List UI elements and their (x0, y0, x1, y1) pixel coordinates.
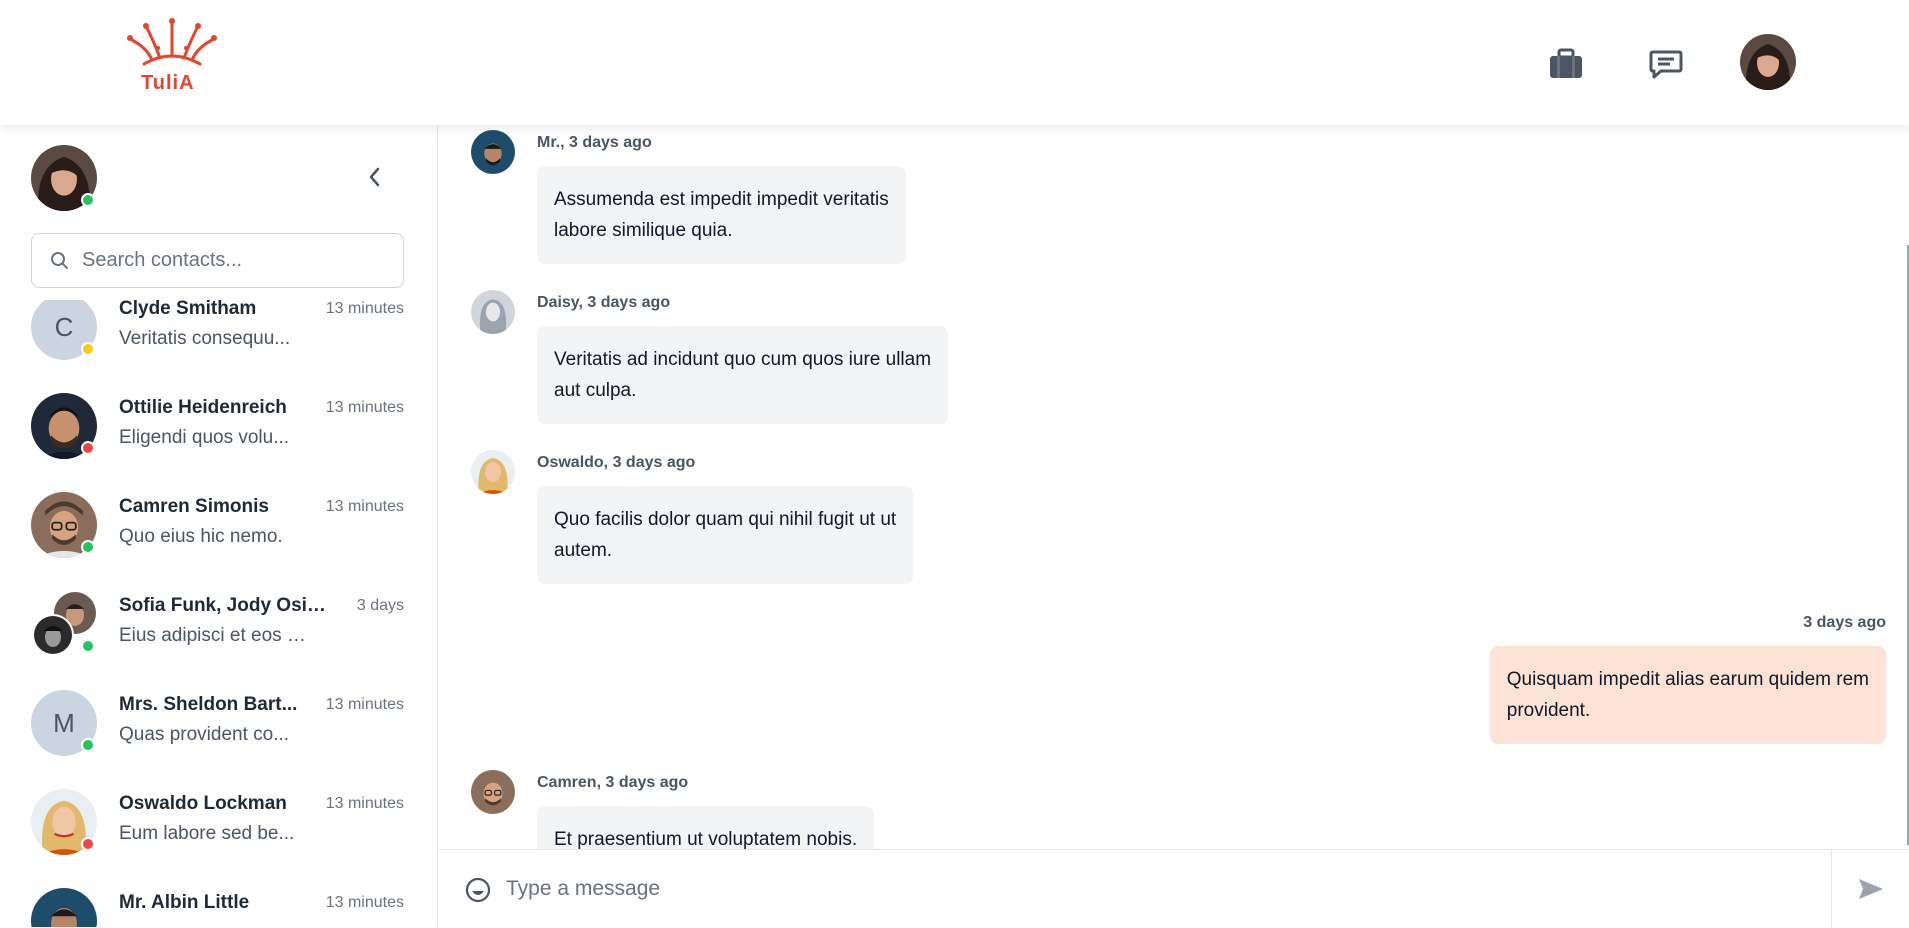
contact-avatar: C (31, 300, 97, 360)
collapse-sidebar-button[interactable] (360, 163, 388, 191)
contact-avatar (31, 492, 97, 558)
contact-preview: Quas provident co... (119, 724, 290, 745)
contact-preview: Eius adipisci et eos at ... (119, 625, 309, 646)
contacts-sidebar: C Clyde Smitham 13 minutes Veritatis con… (0, 125, 438, 927)
contact-item[interactable]: Sofia Funk, Jody Osin... 3 days Eius adi… (0, 574, 437, 673)
message-meta: Oswaldo, 3 days ago (537, 454, 696, 471)
message-text-line: Assumenda est impedit impedit veritatis (554, 189, 889, 210)
contact-avatar (31, 393, 97, 459)
message-text-line: Quo facilis dolor quam qui nihil fugit u… (554, 509, 897, 530)
contact-time: 13 minutes (325, 498, 404, 515)
contact-item[interactable]: Camren Simonis 13 minutes Quo eius hic n… (0, 475, 437, 574)
search-icon (51, 251, 68, 269)
message-text-line: labore similique quia. (554, 220, 733, 241)
contact-item[interactable]: Ottilie Heidenreich 13 minutes Eligendi … (0, 376, 437, 475)
contact-avatar: M (31, 690, 97, 756)
message-text-line: aut culpa. (554, 380, 637, 401)
message-bubble: Assumenda est impedit impedit veritatis … (537, 166, 906, 264)
chevron-left-icon (369, 167, 380, 187)
contact-item[interactable]: Oswaldo Lockman 13 minutes Eum labore se… (0, 772, 437, 871)
contact-name: Sofia Funk, Jody Osin... (119, 595, 334, 616)
away-status-dot (81, 342, 95, 356)
contact-name: Ottilie Heidenreich (119, 397, 287, 418)
contact-name: Oswaldo Lockman (119, 793, 287, 814)
emoji-icon[interactable] (465, 877, 491, 903)
sender-avatar[interactable] (471, 450, 515, 494)
contact-time: 13 minutes (325, 696, 404, 713)
online-status-dot (81, 639, 95, 653)
chat-icon[interactable] (1647, 45, 1685, 83)
chat-messages: Mr., 3 days ago Assumenda est impedit im… (438, 125, 1909, 849)
contact-preview: Veritatis consequu... (119, 328, 291, 349)
message-bubble: Et praesentium ut voluptatem nobis. (537, 806, 875, 849)
contact-item[interactable]: M Mrs. Sheldon Bart... 13 minutes Quas p… (0, 673, 437, 772)
message-text-line: Et praesentium ut voluptatem nobis. (554, 829, 858, 849)
contact-avatar (31, 888, 97, 927)
contact-item[interactable]: C Clyde Smitham 13 minutes Veritatis con… (0, 300, 437, 376)
online-status-dot (81, 193, 95, 207)
message-meta: Camren, 3 days ago (537, 774, 689, 791)
contact-name: Mrs. Sheldon Bart... (119, 694, 298, 715)
message-text-line: autem. (554, 540, 613, 561)
online-status-dot (81, 540, 95, 554)
contact-time: 13 minutes (325, 795, 404, 812)
contact-preview: Eligendi quos volu... (119, 427, 290, 448)
briefcase-icon[interactable] (1547, 45, 1585, 83)
message-meta: Daisy, 3 days ago (537, 294, 671, 311)
message-composer (438, 849, 1909, 928)
sender-avatar[interactable] (471, 770, 515, 814)
group-avatar (31, 591, 97, 657)
contact-time: 13 minutes (325, 894, 404, 911)
sender-avatar[interactable] (471, 130, 515, 174)
contact-name: Clyde Smitham (119, 300, 257, 319)
contact-time: 13 minutes (325, 399, 404, 416)
message-input[interactable] (506, 872, 1506, 906)
contact-avatar (31, 789, 97, 855)
busy-status-dot (81, 837, 95, 851)
sender-avatar[interactable] (471, 290, 515, 334)
message-text-line: provident. (1506, 700, 1591, 721)
contact-name: Mr. Albin Little (119, 892, 250, 913)
brand-name: TuliA (141, 72, 195, 94)
message-text-line: Veritatis ad incidunt quo cum quos iure … (554, 349, 932, 370)
contact-name: Camren Simonis (119, 496, 269, 517)
online-status-dot (81, 738, 95, 752)
send-icon (1858, 879, 1883, 899)
my-avatar[interactable] (31, 145, 97, 211)
message-bubble: Veritatis ad incidunt quo cum quos iure … (537, 326, 949, 424)
message-text-line: Quisquam impedit alias earum quidem rem (1506, 669, 1869, 690)
contact-preview: Eum labore sed be... (119, 823, 295, 844)
busy-status-dot (81, 441, 95, 455)
search-box (31, 233, 404, 288)
message-bubble: Quo facilis dolor quam qui nihil fugit u… (537, 486, 914, 584)
search-input[interactable] (82, 249, 382, 272)
message-meta: Mr., 3 days ago (537, 134, 652, 151)
contact-preview: Quo eius hic nemo. (119, 526, 283, 547)
message-meta: 3 days ago (1803, 614, 1886, 631)
user-avatar[interactable] (1740, 34, 1796, 90)
contact-time: 3 days (356, 597, 404, 614)
contact-item[interactable]: Mr. Albin Little 13 minutes (0, 871, 437, 927)
top-header: TuliA (0, 0, 1909, 125)
contact-list: C Clyde Smitham 13 minutes Veritatis con… (0, 300, 437, 927)
contact-time: 13 minutes (325, 300, 404, 317)
send-button[interactable] (1831, 850, 1909, 928)
message-bubble-own: Quisquam impedit alias earum quidem rem … (1489, 646, 1886, 744)
